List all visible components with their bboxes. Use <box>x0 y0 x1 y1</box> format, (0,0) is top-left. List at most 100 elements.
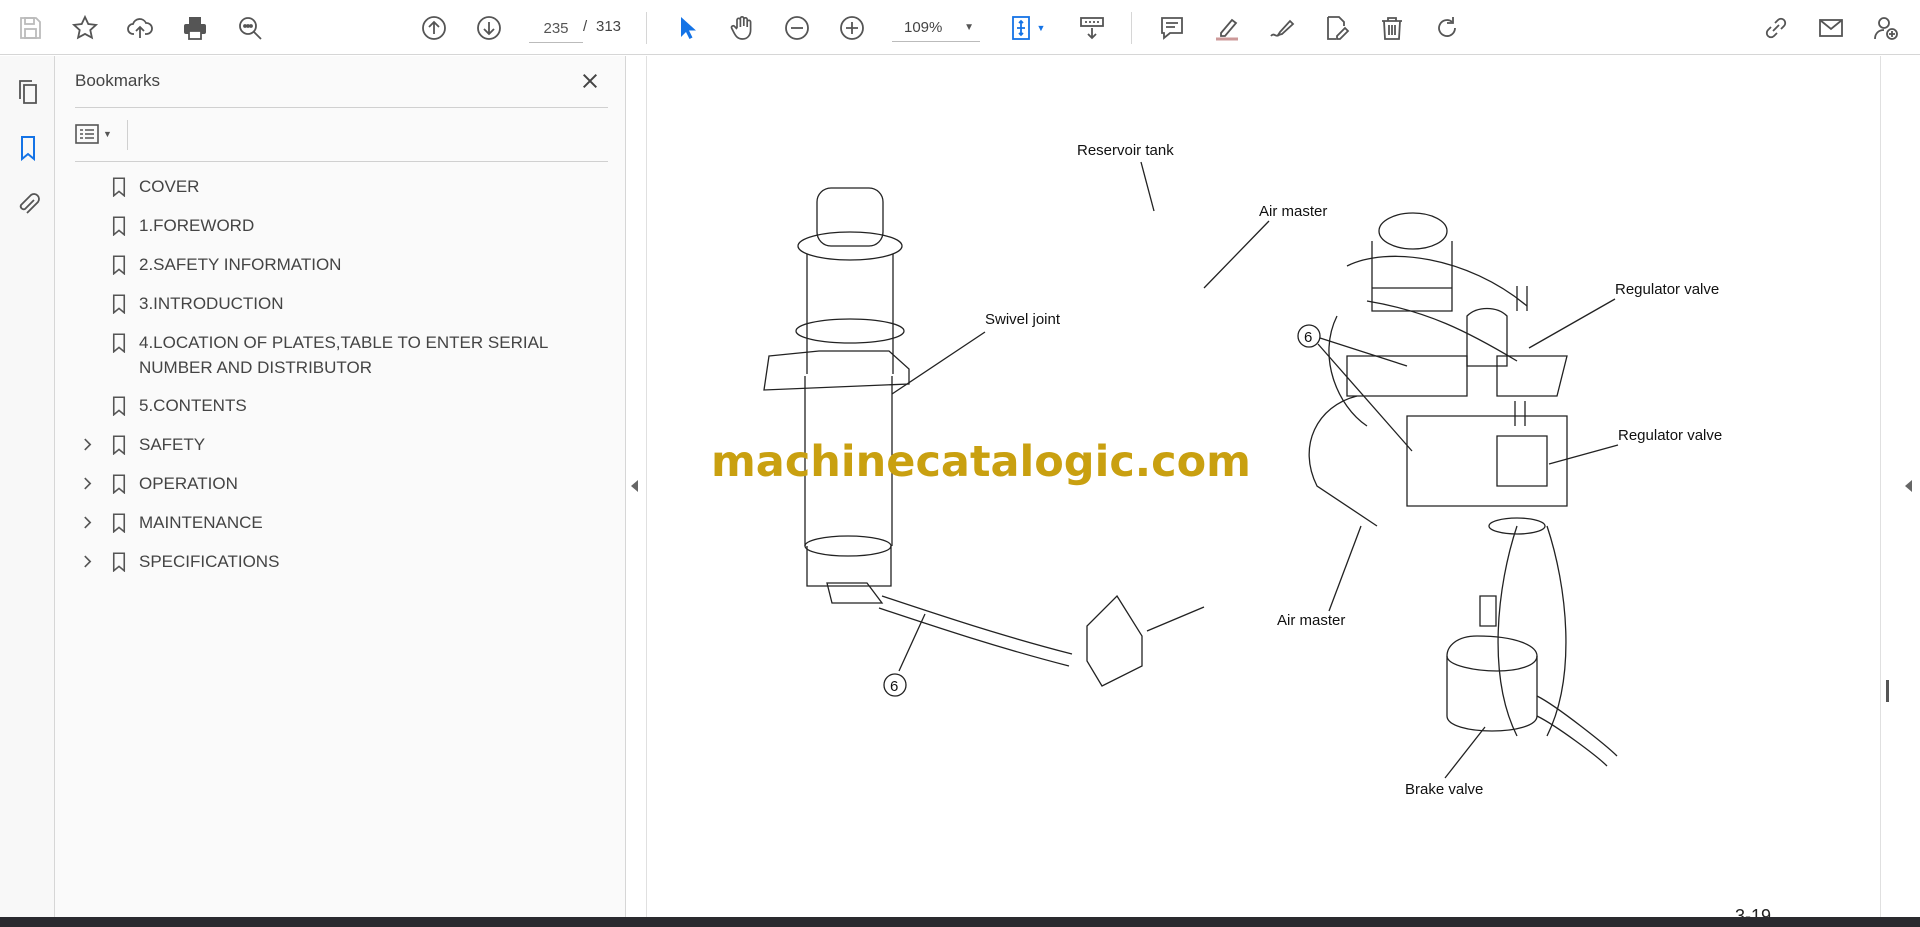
hand-tool-icon[interactable] <box>724 10 760 46</box>
bracket <box>1086 594 1143 687</box>
share-link-icon[interactable] <box>1758 10 1794 46</box>
chevron-down-icon: ▼ <box>964 22 974 33</box>
left-navigation-rail <box>0 56 55 927</box>
draw-icon[interactable] <box>1264 10 1300 46</box>
bookmark-item-operation[interactable]: OPERATION <box>75 471 615 496</box>
options-divider <box>127 120 128 150</box>
watermark-text: machinecatalogic.com <box>711 437 1251 487</box>
bookmark-item-introduction[interactable]: 3.INTRODUCTION <box>75 291 615 316</box>
next-page-icon[interactable] <box>471 10 507 46</box>
bookmark-label: 5.CONTENTS <box>139 396 247 415</box>
bookmark-item-specifications[interactable]: SPECIFICATIONS <box>75 549 615 574</box>
panel-divider <box>75 107 608 108</box>
print-icon[interactable] <box>177 10 213 46</box>
bookmark-icon <box>99 174 139 199</box>
redo-icon[interactable] <box>1429 10 1465 46</box>
bookmarks-panel: Bookmarks ▼ COVER 1.FOREWORD 2.SAFETY IN… <box>55 56 626 927</box>
chevron-right-icon[interactable] <box>75 549 99 574</box>
delete-icon[interactable] <box>1374 10 1410 46</box>
bookmark-label: SPECIFICATIONS <box>139 552 280 571</box>
bookmark-icon <box>99 471 139 496</box>
bookmark-icon <box>99 252 139 277</box>
list-options-icon <box>75 124 99 144</box>
bookmark-label: MAINTENANCE <box>139 513 263 532</box>
bookmark-item-location-of-plates[interactable]: 4.LOCATION OF PLATES,TABLE TO ENTER SERI… <box>75 330 615 380</box>
brake-valve-stem <box>1479 595 1497 627</box>
lower-frame <box>1406 415 1568 507</box>
leader-regulator-valve-2 <box>1548 444 1619 465</box>
save-icon[interactable] <box>12 10 48 46</box>
swivel-joint-plate <box>763 350 910 391</box>
cloud-upload-icon[interactable] <box>122 10 158 46</box>
zoom-level-dropdown[interactable]: 109% ▼ <box>892 14 980 42</box>
bookmark-item-maintenance[interactable]: MAINTENANCE <box>75 510 615 535</box>
bookmark-label: COVER <box>139 177 200 196</box>
swivel-joint-body <box>806 254 894 374</box>
bookmark-options-button[interactable]: ▼ <box>75 118 123 150</box>
scroll-mode-icon[interactable] <box>1074 10 1110 46</box>
previous-page-icon[interactable] <box>416 10 452 46</box>
account-icon[interactable] <box>1868 10 1904 46</box>
select-tool-icon[interactable] <box>669 10 705 46</box>
reservoir-tank-body <box>1371 241 1453 312</box>
zoom-out-icon[interactable] <box>779 10 815 46</box>
toolbar-divider <box>646 12 647 44</box>
bookmark-item-foreword[interactable]: 1.FOREWORD <box>75 213 615 238</box>
fill-sign-icon[interactable] <box>1319 10 1355 46</box>
find-icon[interactable] <box>232 10 268 46</box>
bookmark-icon <box>99 213 139 238</box>
zoom-level-value: 109% <box>904 19 943 36</box>
highlight-icon[interactable] <box>1209 10 1245 46</box>
document-page: Swivel joint 6 Reservoir tank Air master… <box>647 56 1880 917</box>
expand-right-panel-icon[interactable] <box>1905 479 1913 497</box>
air-master-housing <box>1308 315 1378 527</box>
hose-6 <box>878 595 1073 667</box>
email-icon[interactable] <box>1813 10 1849 46</box>
chevron-right-icon[interactable] <box>75 432 99 457</box>
reservoir-tank-top <box>1378 212 1448 250</box>
right-panel-rail <box>1880 56 1920 927</box>
star-icon[interactable] <box>67 10 103 46</box>
air-master-frame <box>1346 355 1468 397</box>
close-panel-button[interactable] <box>575 66 605 96</box>
chevron-right-icon[interactable] <box>75 510 99 535</box>
close-icon <box>582 73 598 89</box>
bookmark-icon <box>99 549 139 574</box>
swivel-joint-base <box>806 546 892 587</box>
regulator-valve-2-body <box>1496 435 1548 487</box>
vertical-scrollbar-thumb[interactable] <box>1886 680 1889 702</box>
swivel-joint-collar <box>795 318 905 344</box>
taskbar-strip <box>0 917 1920 927</box>
bracket-line <box>1146 606 1205 632</box>
label-brake-valve: Brake valve <box>1405 781 1483 798</box>
bookmark-item-contents[interactable]: 5.CONTENTS <box>75 393 615 418</box>
bookmark-label: 3.INTRODUCTION <box>139 294 284 313</box>
chevron-down-icon: ▼ <box>103 129 112 139</box>
bookmark-label: 2.SAFETY INFORMATION <box>139 255 342 274</box>
label-regulator-valve-2: Regulator valve <box>1618 427 1722 444</box>
page-total: 313 <box>596 18 622 35</box>
bookmarks-icon[interactable] <box>10 130 46 166</box>
label-swivel-joint: Swivel joint <box>985 311 1061 328</box>
label-reservoir-tank: Reservoir tank <box>1077 142 1174 159</box>
page-display-icon[interactable]: ▼ <box>1004 10 1050 46</box>
leader-air-master-bottom <box>1328 525 1362 612</box>
panel-divider <box>75 161 608 162</box>
chevron-right-icon[interactable] <box>75 471 99 496</box>
zoom-in-icon[interactable] <box>834 10 870 46</box>
page-thumbnails-icon[interactable] <box>10 74 46 110</box>
comment-icon[interactable] <box>1154 10 1190 46</box>
page-separator: / <box>583 18 588 35</box>
page-number-input[interactable] <box>529 14 583 43</box>
bookmark-item-cover[interactable]: COVER <box>75 174 615 199</box>
main-toolbar: / 313 109% ▼ ▼ <box>0 0 1920 55</box>
collapse-left-icon[interactable] <box>631 479 639 497</box>
callout-label-right: 6 <box>1304 329 1312 346</box>
leader-swivel-joint <box>891 331 986 395</box>
bookmark-item-safety[interactable]: SAFETY <box>75 432 615 457</box>
attachments-icon[interactable] <box>10 186 46 222</box>
bookmark-icon <box>99 291 139 316</box>
bookmark-item-safety-information[interactable]: 2.SAFETY INFORMATION <box>75 252 615 277</box>
bookmark-label: SAFETY <box>139 435 206 454</box>
leader-regulator-valve-1 <box>1528 298 1616 349</box>
